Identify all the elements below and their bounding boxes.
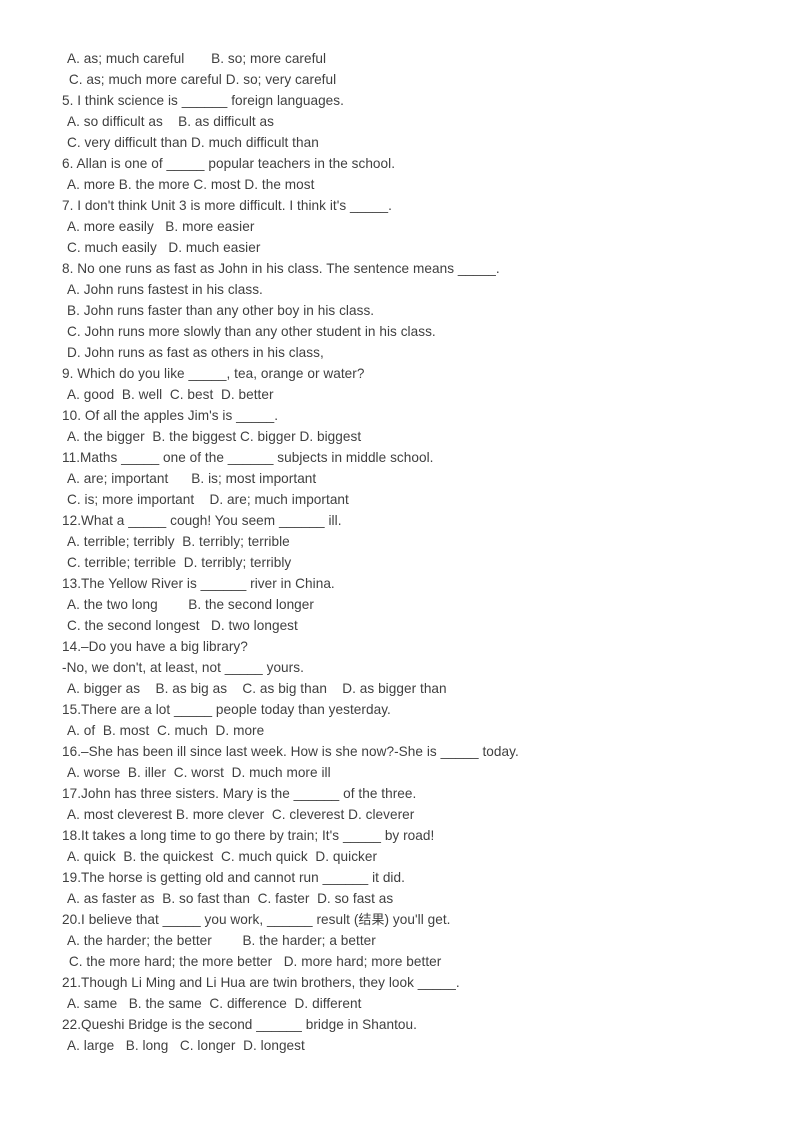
chinese-gloss: 结果 xyxy=(358,913,385,928)
question-line: 6. Allan is one of _____ popular teacher… xyxy=(62,156,396,171)
question-line: 22.Queshi Bridge is the second ______ br… xyxy=(62,1017,417,1032)
option-line: C. very difficult than D. much difficult… xyxy=(67,135,319,150)
option-line: A. terrible; terribly B. terribly; terri… xyxy=(67,534,290,549)
option-line: C. as; much more careful D. so; very car… xyxy=(65,72,337,87)
question-line: 15.There are a lot _____ people today th… xyxy=(62,702,391,717)
option-line: A. good B. well C. best D. better xyxy=(67,387,274,402)
option-line: A. more B. the more C. most D. the most xyxy=(67,177,315,192)
question-line: 14.–Do you have a big library? xyxy=(62,639,248,654)
document-page: A. as; much careful B. so; more careful … xyxy=(0,0,800,1132)
question-line: 7. I don't think Unit 3 is more difficul… xyxy=(62,198,392,213)
option-line: A. as faster as B. so fast than C. faste… xyxy=(67,891,394,906)
option-line: A. bigger as B. as big as C. as big than… xyxy=(67,681,447,696)
question-line: 9. Which do you like _____, tea, orange … xyxy=(62,366,365,381)
option-line: A. the two long B. the second longer xyxy=(67,597,314,612)
option-line: A. the harder; the better B. the harder;… xyxy=(67,933,376,948)
question-line: 5. I think science is ______ foreign lan… xyxy=(62,93,344,108)
question-line: 19.The horse is getting old and cannot r… xyxy=(62,870,405,885)
question-line: 8. No one runs as fast as John in his cl… xyxy=(62,261,500,276)
option-line: C. the more hard; the more better D. mor… xyxy=(65,954,442,969)
option-line: C. terrible; terrible D. terribly; terri… xyxy=(67,555,292,570)
option-line: A. the bigger B. the biggest C. bigger D… xyxy=(67,429,362,444)
question-line: 18.It takes a long time to go there by t… xyxy=(62,828,435,843)
question-line: 10. Of all the apples Jim's is _____. xyxy=(62,408,279,423)
option-line: A. quick B. the quickest C. much quick D… xyxy=(67,849,378,864)
option-line: A. worse B. iller C. worst D. much more … xyxy=(67,765,331,780)
question-line: 13.The Yellow River is ______ river in C… xyxy=(62,576,335,591)
option-line: D. John runs as fast as others in his cl… xyxy=(67,345,324,360)
option-line: C. much easily D. much easier xyxy=(67,240,261,255)
option-line: C. is; more important D. are; much impor… xyxy=(67,492,349,507)
question-line: 21.Though Li Ming and Li Hua are twin br… xyxy=(62,975,460,990)
document-text-body: A. as; much careful B. so; more careful … xyxy=(62,48,752,1056)
option-line: A. John runs fastest in his class. xyxy=(67,282,263,297)
option-line: A. of B. most C. much D. more xyxy=(67,723,265,738)
question-line: 20.I believe that _____ you work, ______… xyxy=(62,912,451,928)
option-line: A. are; important B. is; most important xyxy=(67,471,317,486)
option-line: C. John runs more slowly than any other … xyxy=(67,324,436,339)
question-line: 12.What a _____ cough! You seem ______ i… xyxy=(62,513,342,528)
option-line: A. large B. long C. longer D. longest xyxy=(67,1038,305,1053)
question-line: -No, we don't, at least, not _____ yours… xyxy=(62,660,304,675)
option-line: A. as; much careful B. so; more careful xyxy=(67,51,327,66)
option-line: B. John runs faster than any other boy i… xyxy=(67,303,375,318)
option-line: A. more easily B. more easier xyxy=(67,219,255,234)
option-line: A. so difficult as B. as difficult as xyxy=(67,114,275,129)
option-line: A. most cleverest B. more clever C. clev… xyxy=(67,807,415,822)
question-line: 16.–She has been ill since last week. Ho… xyxy=(62,744,519,759)
option-line: A. same B. the same C. difference D. dif… xyxy=(67,996,362,1011)
question-line: 11.Maths _____ one of the ______ subject… xyxy=(62,450,434,465)
question-line: 17.John has three sisters. Mary is the _… xyxy=(62,786,417,801)
option-line: C. the second longest D. two longest xyxy=(67,618,298,633)
